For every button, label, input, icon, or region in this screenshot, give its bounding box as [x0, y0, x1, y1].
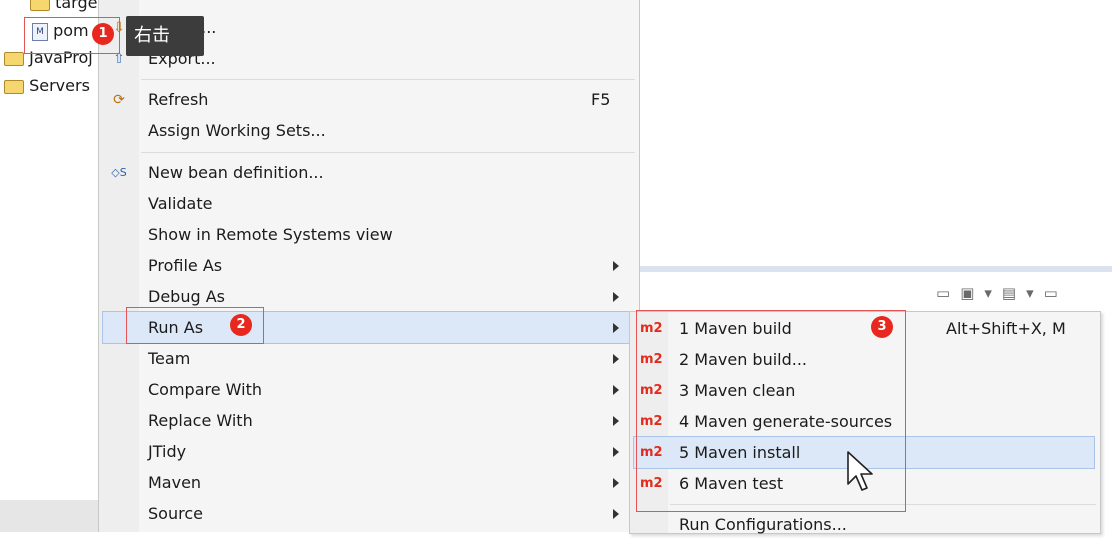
annotation-step-2: 2: [230, 314, 252, 336]
menu-separator: [141, 152, 635, 153]
tree-item-label: Servers: [29, 76, 90, 95]
menu-item-maven[interactable]: Maven: [99, 467, 637, 498]
menu-item-replace-with[interactable]: Replace With: [99, 405, 637, 436]
context-menu: ⇩ Import... ⇧ Export... ⟳ Refresh F5 Ass…: [98, 0, 640, 532]
submenu-arrow-icon: [613, 385, 619, 395]
menu-item-validate[interactable]: Validate: [99, 188, 637, 219]
submenu-arrow-icon: [613, 323, 619, 333]
folder-icon: [30, 0, 50, 11]
menu-item-compare-with[interactable]: Compare With: [99, 374, 637, 405]
menu-item-team[interactable]: Team: [99, 343, 637, 374]
chevron-down-icon[interactable]: ▾: [984, 284, 992, 306]
new-file-icon[interactable]: ▤: [1002, 284, 1016, 306]
annotation-step-1: 1: [92, 23, 114, 45]
menu-item-show-in-remote-systems[interactable]: Show in Remote Systems view: [99, 219, 637, 250]
submenu-arrow-icon: [613, 509, 619, 519]
display-icon[interactable]: ▣: [960, 284, 974, 306]
tree-item-target[interactable]: targe: [30, 0, 97, 16]
left-pane-bottom: [0, 500, 98, 532]
tree-item-servers[interactable]: Servers: [4, 73, 90, 99]
editor-divider: [638, 266, 1112, 272]
mouse-cursor-icon: [847, 451, 873, 491]
submenu-arrow-icon: [613, 354, 619, 364]
folder-icon: [4, 79, 24, 94]
chevron-down-icon[interactable]: ▾: [1026, 284, 1034, 306]
right-click-tooltip: 右击: [126, 16, 204, 56]
new-view-icon[interactable]: ▭: [936, 284, 950, 306]
refresh-icon: ⟳: [113, 92, 125, 108]
submenu-arrow-icon: [613, 447, 619, 457]
menu-item-assign-working-sets[interactable]: Assign Working Sets...: [99, 115, 637, 146]
menu-item-source[interactable]: Source: [99, 498, 637, 529]
submenu-arrow-icon: [613, 478, 619, 488]
bean-definition-icon: ◇S: [111, 166, 127, 179]
submenu-arrow-icon: [613, 292, 619, 302]
menu-item-profile-as[interactable]: Profile As: [99, 250, 637, 281]
submenu-arrow-icon: [613, 416, 619, 426]
java-project-icon: [4, 51, 24, 66]
annotation-step-3: 3: [871, 316, 893, 338]
menu-item-new-bean-definition[interactable]: ◇S New bean definition...: [99, 157, 637, 188]
minimize-icon[interactable]: ▭: [1044, 284, 1058, 306]
menu-item-refresh[interactable]: ⟳ Refresh F5: [99, 84, 637, 115]
submenu-arrow-icon: [613, 261, 619, 271]
tree-item-label: targe: [55, 0, 98, 12]
menu-separator: [141, 79, 635, 80]
menu-item-jtidy[interactable]: JTidy: [99, 436, 637, 467]
submenu-item-run-configurations[interactable]: Run Configurations...: [634, 509, 1094, 540]
view-toolbar: ▭ ▣ ▾ ▤ ▾ ▭: [936, 284, 1058, 306]
